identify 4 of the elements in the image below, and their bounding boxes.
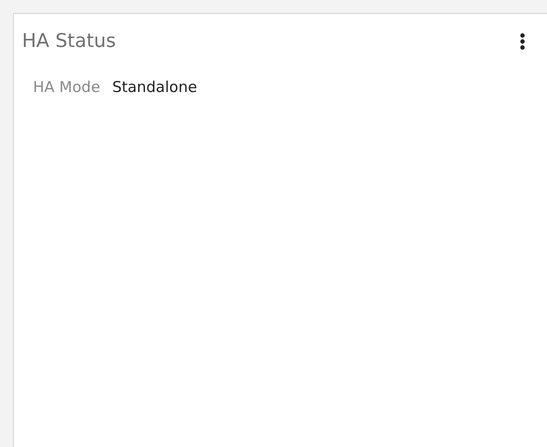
card-title: HA Status xyxy=(22,30,116,52)
menu-icon[interactable] xyxy=(520,32,525,50)
field-value: Standalone xyxy=(112,78,198,96)
field-label: HA Mode xyxy=(33,78,100,96)
